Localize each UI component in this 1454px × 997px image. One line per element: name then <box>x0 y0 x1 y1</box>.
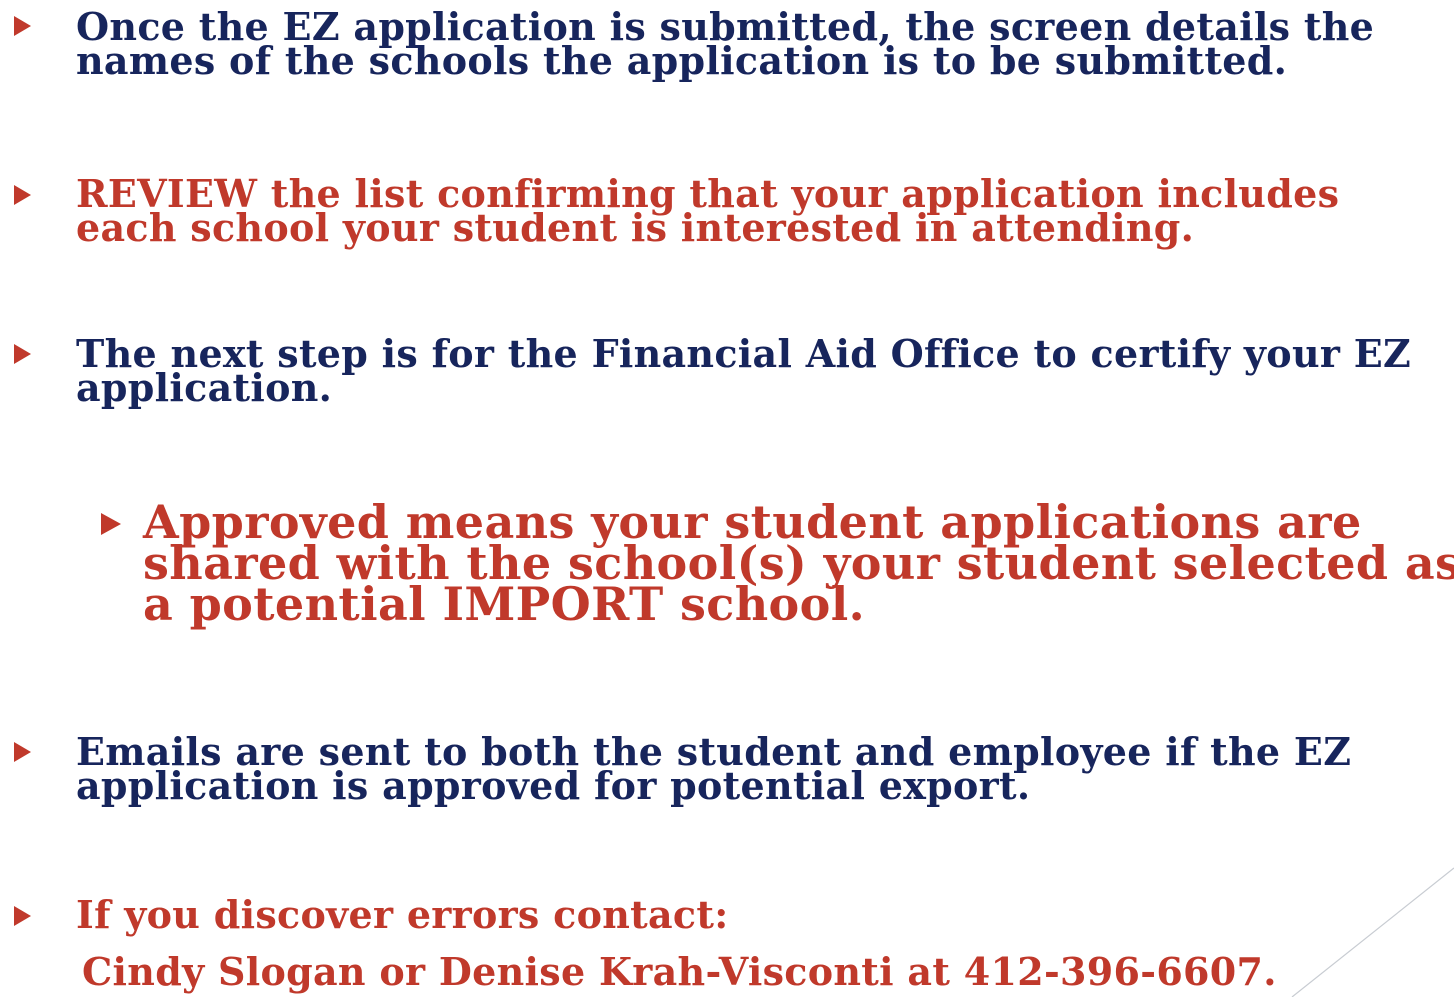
slide-corner-decoration <box>1291 867 1454 997</box>
